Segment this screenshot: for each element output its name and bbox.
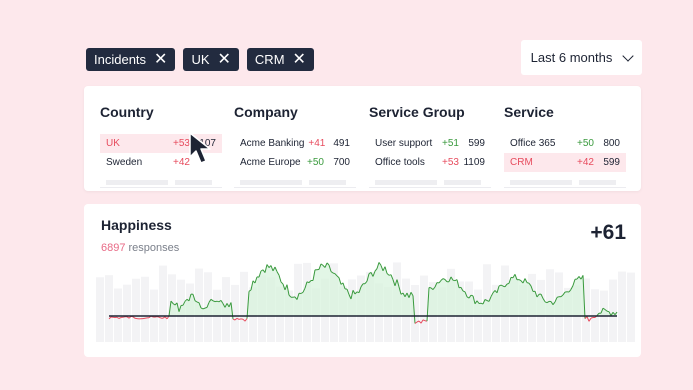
chip-label: Incidents bbox=[94, 52, 147, 67]
chip-label: UK bbox=[191, 52, 210, 67]
row-change: +51 bbox=[442, 138, 459, 149]
trend-segment bbox=[196, 301, 200, 304]
filter-column-service-group: Service Group User support +51 599 Offic… bbox=[369, 104, 491, 188]
close-icon[interactable]: ✕ bbox=[218, 51, 231, 68]
row-name: User support bbox=[375, 138, 433, 149]
filter-column-company: Company Acme Banking +41 491 Acme Europe… bbox=[234, 104, 356, 188]
background-bar bbox=[123, 284, 131, 342]
row-name: UK bbox=[106, 138, 120, 149]
row-change: +50 bbox=[577, 138, 594, 149]
column-title: Service bbox=[504, 104, 554, 120]
mouse-pointer-icon bbox=[189, 132, 211, 164]
row-change: +42 bbox=[577, 157, 594, 168]
filter-row-user-support[interactable]: User support +51 599 bbox=[369, 134, 491, 153]
row-name: CRM bbox=[510, 157, 533, 168]
filter-row-acme-banking[interactable]: Acme Banking +41 491 bbox=[234, 134, 356, 153]
background-bar bbox=[105, 275, 113, 342]
trend-segment bbox=[238, 318, 242, 320]
trend-segment bbox=[470, 294, 474, 297]
divider bbox=[234, 187, 356, 188]
chevron-down-icon bbox=[622, 49, 634, 62]
background-bar bbox=[141, 276, 149, 342]
background-bar bbox=[240, 271, 248, 342]
row-count: 599 bbox=[468, 138, 485, 149]
row-change: +41 bbox=[308, 138, 326, 149]
filter-panel: Country UK +53 1107 Sweden +42 Company A… bbox=[84, 86, 641, 191]
filter-row-acme-europe[interactable]: Acme Europe +50 700 bbox=[234, 153, 356, 172]
row-change: +50 bbox=[307, 157, 324, 168]
filter-chip-incidents[interactable]: Incidents ✕ bbox=[86, 48, 176, 71]
column-title: Service Group bbox=[369, 104, 465, 120]
trend-segment bbox=[556, 296, 560, 298]
background-bar bbox=[618, 271, 626, 342]
background-bar bbox=[627, 272, 635, 342]
row-change: +42 bbox=[173, 157, 190, 168]
row-count: 800 bbox=[603, 138, 620, 149]
background-bar bbox=[96, 277, 104, 342]
trend-segment bbox=[332, 272, 336, 275]
placeholder-bars bbox=[100, 180, 222, 185]
column-title: Country bbox=[100, 104, 154, 120]
filter-row-office-tools[interactable]: Office tools +53 1109 bbox=[369, 153, 491, 172]
divider bbox=[504, 187, 626, 188]
active-filter-chips: Incidents ✕ UK ✕ CRM ✕ bbox=[86, 48, 314, 71]
divider bbox=[100, 187, 222, 188]
filter-chip-uk[interactable]: UK ✕ bbox=[183, 48, 239, 71]
period-dropdown[interactable]: Last 6 months bbox=[521, 40, 642, 75]
filter-row-office-365[interactable]: Office 365 +50 800 bbox=[504, 134, 626, 153]
background-bar bbox=[420, 275, 428, 342]
background-bar bbox=[159, 265, 167, 342]
background-bar bbox=[132, 278, 140, 342]
chip-label: CRM bbox=[254, 52, 285, 67]
row-count: 491 bbox=[333, 138, 350, 149]
trend-segment bbox=[606, 310, 610, 313]
filter-chip-crm[interactable]: CRM ✕ bbox=[246, 48, 314, 71]
trend-segment bbox=[452, 279, 456, 282]
trend-segment bbox=[216, 300, 220, 303]
trend-segment bbox=[204, 306, 208, 309]
column-title: Company bbox=[234, 104, 298, 120]
filter-row-crm[interactable]: CRM +42 599 bbox=[504, 153, 626, 172]
row-name: Acme Europe bbox=[240, 157, 301, 168]
trend-segment bbox=[122, 316, 126, 318]
happiness-trend-chart bbox=[96, 262, 635, 342]
placeholder-bars bbox=[369, 180, 491, 185]
row-count: 599 bbox=[603, 157, 620, 168]
row-count: 1109 bbox=[463, 157, 485, 168]
placeholder-bars bbox=[234, 180, 356, 185]
happiness-card: Happiness 6897 responses +61 bbox=[84, 204, 641, 357]
period-label: Last 6 months bbox=[530, 50, 613, 65]
row-count: 700 bbox=[333, 157, 350, 168]
trend-segment bbox=[590, 317, 594, 319]
close-icon[interactable]: ✕ bbox=[154, 51, 167, 68]
row-name: Office 365 bbox=[510, 138, 556, 149]
row-name: Sweden bbox=[106, 157, 143, 168]
row-change: +53 bbox=[442, 157, 459, 168]
row-name: Office tools bbox=[375, 157, 425, 168]
filter-column-service: Service Office 365 +50 800 CRM +42 599 bbox=[504, 104, 626, 188]
placeholder-bars bbox=[504, 180, 626, 185]
row-name: Acme Banking bbox=[240, 138, 305, 149]
divider bbox=[369, 187, 491, 188]
row-change: +53 bbox=[173, 138, 190, 149]
close-icon[interactable]: ✕ bbox=[293, 51, 306, 68]
background-bar bbox=[609, 279, 617, 342]
trend-segment bbox=[526, 282, 530, 284]
